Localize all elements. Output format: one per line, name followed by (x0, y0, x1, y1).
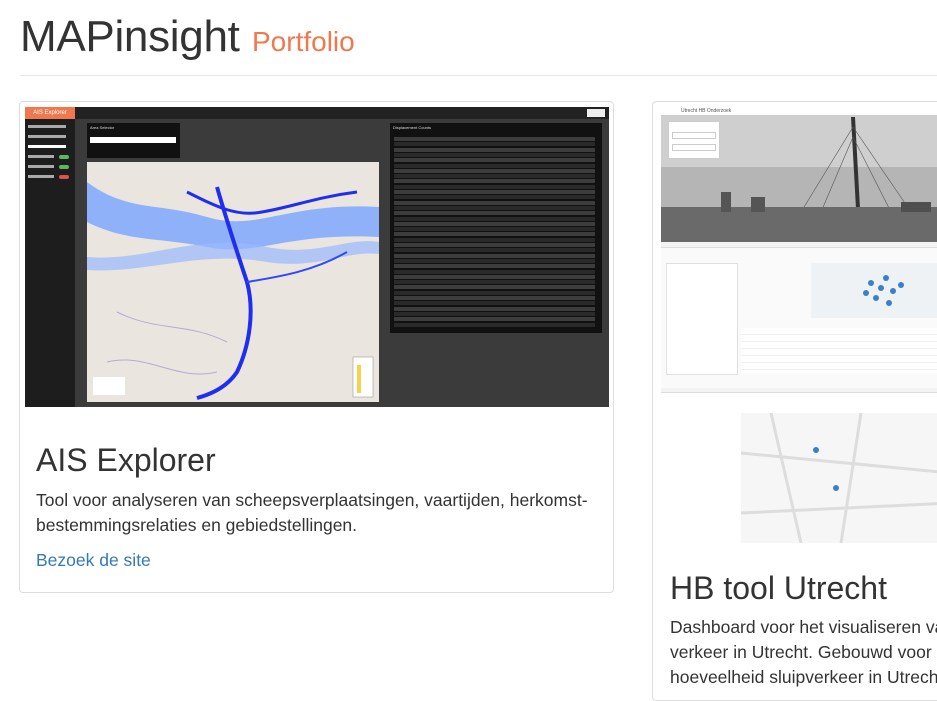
displacement-row (394, 311, 595, 316)
skyline (661, 207, 937, 242)
displacement-row (394, 137, 595, 141)
badge-red (59, 175, 69, 179)
card-description: Dashboard voor het visualiseren va verke… (670, 615, 937, 690)
displacement-row (394, 147, 595, 152)
sidebar-line (28, 175, 54, 178)
dashboard-map (811, 263, 937, 318)
displacement-row (394, 258, 595, 263)
login-form (668, 121, 720, 159)
displacement-row (394, 221, 595, 226)
displacement-row (394, 290, 595, 295)
displacement-row (394, 152, 595, 157)
area-selector-panel: Area Selector (87, 123, 180, 158)
displacement-row (394, 211, 595, 216)
displacement-row (394, 306, 595, 311)
ais-app-name: AIS Explorer (25, 107, 75, 119)
results-table (741, 328, 937, 373)
displacement-row (394, 163, 595, 168)
card-description: Tool voor analyseren van scheepsverplaat… (36, 490, 588, 535)
username-field (672, 132, 716, 139)
legend-box (352, 356, 374, 398)
page-title: MAPinsight (20, 12, 240, 61)
sidebar-line (28, 155, 54, 158)
ais-map (87, 162, 379, 402)
displacement-list-panel: Displacement Counts (390, 123, 602, 333)
hb-login-screen: Utrecht HB Onderzoek (661, 107, 937, 242)
displacement-row (394, 142, 595, 147)
displacement-row (394, 195, 595, 200)
admin-boundary (106, 311, 228, 375)
street-map-svg (740, 412, 937, 544)
area-dropdown (90, 137, 176, 143)
brand: MAPinsight Portfolio (20, 12, 355, 62)
hb-map-screen (661, 392, 937, 544)
card-title: HB tool Utrecht (670, 570, 887, 606)
displacement-row (394, 264, 595, 269)
sidebar-line (28, 125, 66, 128)
displacement-row (394, 243, 595, 247)
ais-map-svg (87, 182, 379, 400)
area-selector-title: Area Selector (90, 125, 115, 130)
displacement-row (394, 179, 595, 184)
displacement-row (394, 269, 595, 274)
map-logo-icon (587, 109, 605, 117)
badge-green (59, 155, 69, 159)
displacement-row (394, 216, 595, 221)
displacement-row (394, 253, 595, 258)
displacement-row (394, 200, 595, 205)
displacement-row (394, 274, 595, 279)
sidebar-line-active (28, 145, 66, 148)
displacement-row (394, 190, 595, 194)
password-field (672, 144, 716, 151)
legend-scale (357, 365, 361, 393)
displacement-row (394, 301, 595, 306)
description-line: Dashboard voor het visualiseren va (670, 617, 937, 637)
sidebar-line (28, 135, 66, 138)
displacement-row (394, 248, 595, 253)
displacement-row (394, 158, 595, 163)
page-header: MAPinsight Portfolio (20, 0, 937, 76)
card-title: AIS Explorer (36, 442, 216, 478)
displacement-list-title: Displacement Counts (393, 125, 432, 130)
map-logo-icon (93, 377, 125, 395)
filter-panel (666, 263, 738, 375)
hb-app-name: Utrecht HB Onderzoek (681, 108, 732, 114)
displacement-row (394, 322, 595, 327)
portfolio-card-ais-explorer: AIS Explorer Area Selector Displacement … (19, 101, 614, 593)
page-subtitle: Portfolio (252, 26, 355, 57)
visit-site-link[interactable]: Bezoek de site (36, 550, 151, 571)
displacement-row (394, 296, 595, 300)
displacement-row (394, 232, 595, 237)
description-line: verkeer in Utrecht. Gebouwd voor (670, 642, 932, 662)
displacement-row (394, 317, 595, 322)
displacement-row (394, 237, 595, 242)
displacement-row (394, 174, 595, 179)
sidebar-line (28, 165, 54, 168)
hb-topbar: Utrecht HB Onderzoek (661, 107, 937, 115)
displacement-row (394, 168, 595, 173)
displacement-row (394, 285, 595, 290)
displacement-row (394, 227, 595, 232)
hb-tool-screenshot[interactable]: Utrecht HB Onderzoek (661, 107, 937, 544)
street-map (740, 412, 937, 544)
displacement-row (394, 280, 595, 285)
ais-sidebar (25, 119, 75, 407)
ais-topbar: AIS Explorer (25, 107, 609, 119)
portfolio-card-hb-tool-utrecht: Utrecht HB Onderzoek HB tool Utrecht Das… (652, 101, 937, 701)
displacement-row (394, 184, 595, 189)
hb-dashboard-screen (661, 247, 937, 388)
ais-explorer-screenshot[interactable]: AIS Explorer Area Selector Displacement … (25, 107, 609, 407)
badge-green (59, 165, 69, 169)
displacement-row (394, 205, 595, 210)
map-markers (863, 275, 904, 306)
